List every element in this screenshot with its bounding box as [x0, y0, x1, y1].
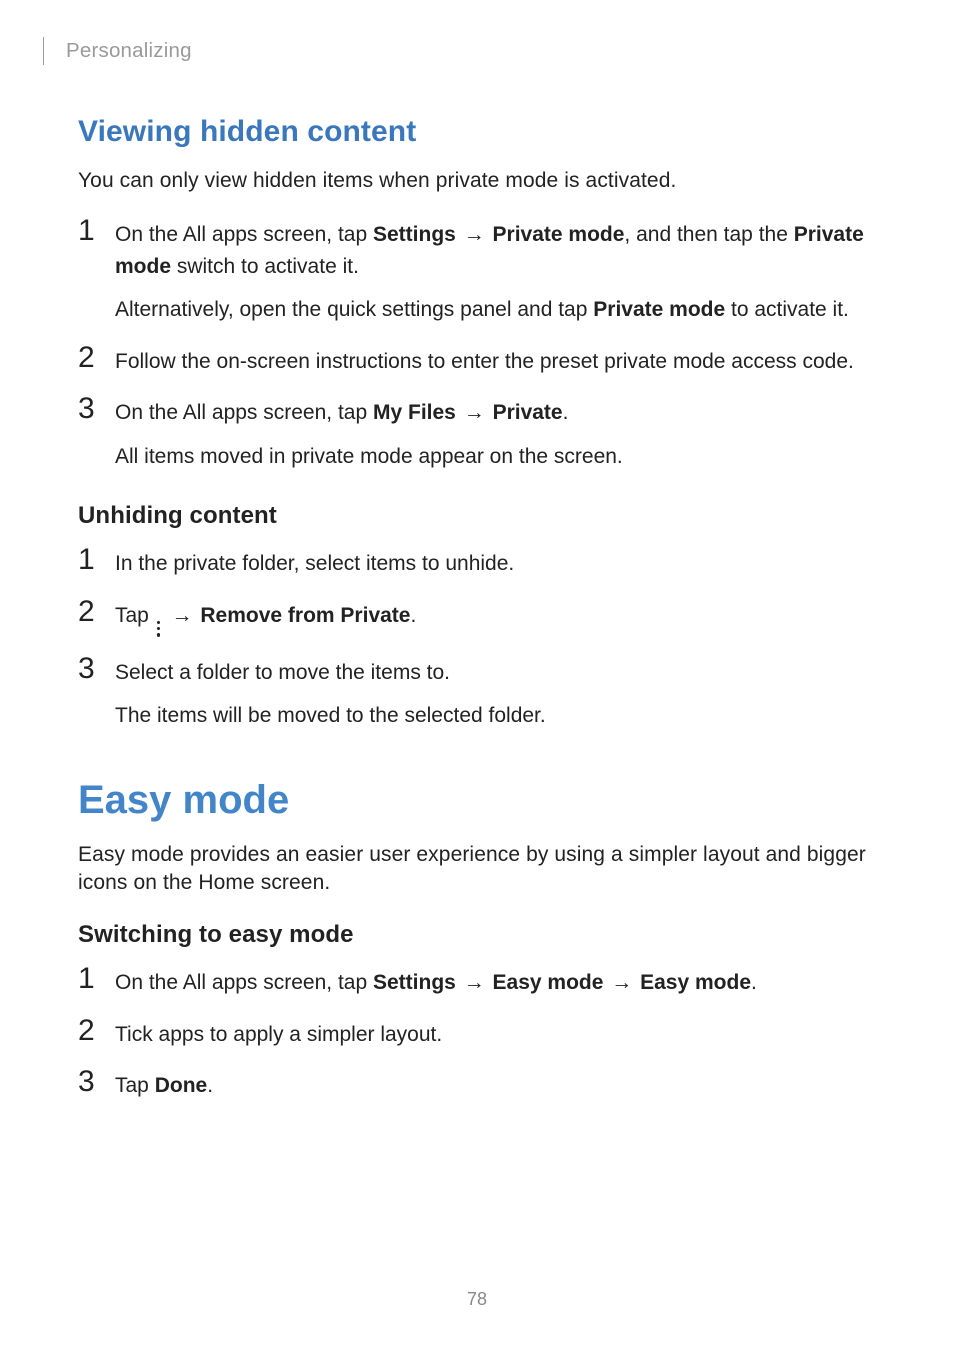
step-text: Alternatively, open the quick settings p… — [115, 294, 876, 326]
step-text: On the All apps screen, tap Settings → P… — [115, 219, 876, 282]
step-body: On the All apps screen, tap Settings → E… — [115, 967, 876, 999]
arrow-icon: → — [462, 967, 487, 999]
page-header: Personalizing — [78, 37, 876, 65]
step-number: 1 — [78, 545, 100, 575]
step-number: 2 — [78, 343, 100, 373]
document-page: Personalizing Viewing hidden content You… — [0, 0, 954, 1350]
more-options-icon — [157, 621, 162, 637]
steps-unhiding: 1 In the private folder, select items to… — [78, 548, 876, 731]
step-text: Follow the on-screen instructions to ent… — [115, 346, 876, 378]
arrow-icon: → — [462, 219, 487, 251]
step-text: On the All apps screen, tap Settings → E… — [115, 967, 876, 999]
step-number: 3 — [78, 1067, 100, 1097]
step-item: 2 Tick apps to apply a simpler layout. — [78, 1019, 876, 1051]
step-text: In the private folder, select items to u… — [115, 548, 876, 580]
step-number: 1 — [78, 216, 100, 246]
step-body: Tap → Remove from Private. — [115, 600, 876, 637]
arrow-icon: → — [462, 397, 487, 429]
page-number: 78 — [0, 1289, 954, 1310]
step-body: On the All apps screen, tap Settings → P… — [115, 219, 876, 326]
intro-paragraph: Easy mode provides an easier user experi… — [78, 841, 876, 898]
step-body: Follow the on-screen instructions to ent… — [115, 346, 876, 378]
intro-paragraph: You can only view hidden items when priv… — [78, 167, 876, 195]
step-item: 1 In the private folder, select items to… — [78, 548, 876, 580]
section-heading-easy-mode: Easy mode — [78, 778, 876, 823]
step-text: Tap → Remove from Private. — [115, 600, 876, 637]
step-text: Select a folder to move the items to. — [115, 657, 876, 689]
step-body: Tap Done. — [115, 1070, 876, 1102]
steps-viewing-hidden: 1 On the All apps screen, tap Settings →… — [78, 219, 876, 472]
arrow-icon: → — [170, 600, 195, 632]
step-number: 3 — [78, 394, 100, 424]
steps-switching-easy: 1 On the All apps screen, tap Settings →… — [78, 967, 876, 1102]
step-body: In the private folder, select items to u… — [115, 548, 876, 580]
step-body: Select a folder to move the items to. Th… — [115, 657, 876, 732]
step-text: All items moved in private mode appear o… — [115, 441, 876, 473]
step-text: Tap Done. — [115, 1070, 876, 1102]
step-number: 2 — [78, 597, 100, 627]
step-item: 1 On the All apps screen, tap Settings →… — [78, 219, 876, 326]
step-body: Tick apps to apply a simpler layout. — [115, 1019, 876, 1051]
step-item: 3 Tap Done. — [78, 1070, 876, 1102]
step-number: 2 — [78, 1016, 100, 1046]
section-heading-switching-easy-mode: Switching to easy mode — [78, 921, 876, 949]
section-heading-viewing-hidden-content: Viewing hidden content — [78, 115, 876, 149]
section-heading-unhiding-content: Unhiding content — [78, 502, 876, 530]
step-item: 3 Select a folder to move the items to. … — [78, 657, 876, 732]
step-item: 1 On the All apps screen, tap Settings →… — [78, 967, 876, 999]
step-text: Tick apps to apply a simpler layout. — [115, 1019, 876, 1051]
header-divider — [43, 37, 44, 65]
step-item: 2 Follow the on-screen instructions to e… — [78, 346, 876, 378]
breadcrumb: Personalizing — [66, 39, 192, 63]
step-text: On the All apps screen, tap My Files → P… — [115, 397, 876, 429]
step-body: On the All apps screen, tap My Files → P… — [115, 397, 876, 472]
arrow-icon: → — [609, 967, 634, 999]
step-item: 2 Tap → Remove from Private. — [78, 600, 876, 637]
step-number: 1 — [78, 964, 100, 994]
step-number: 3 — [78, 654, 100, 684]
step-text: The items will be moved to the selected … — [115, 700, 876, 732]
step-item: 3 On the All apps screen, tap My Files →… — [78, 397, 876, 472]
